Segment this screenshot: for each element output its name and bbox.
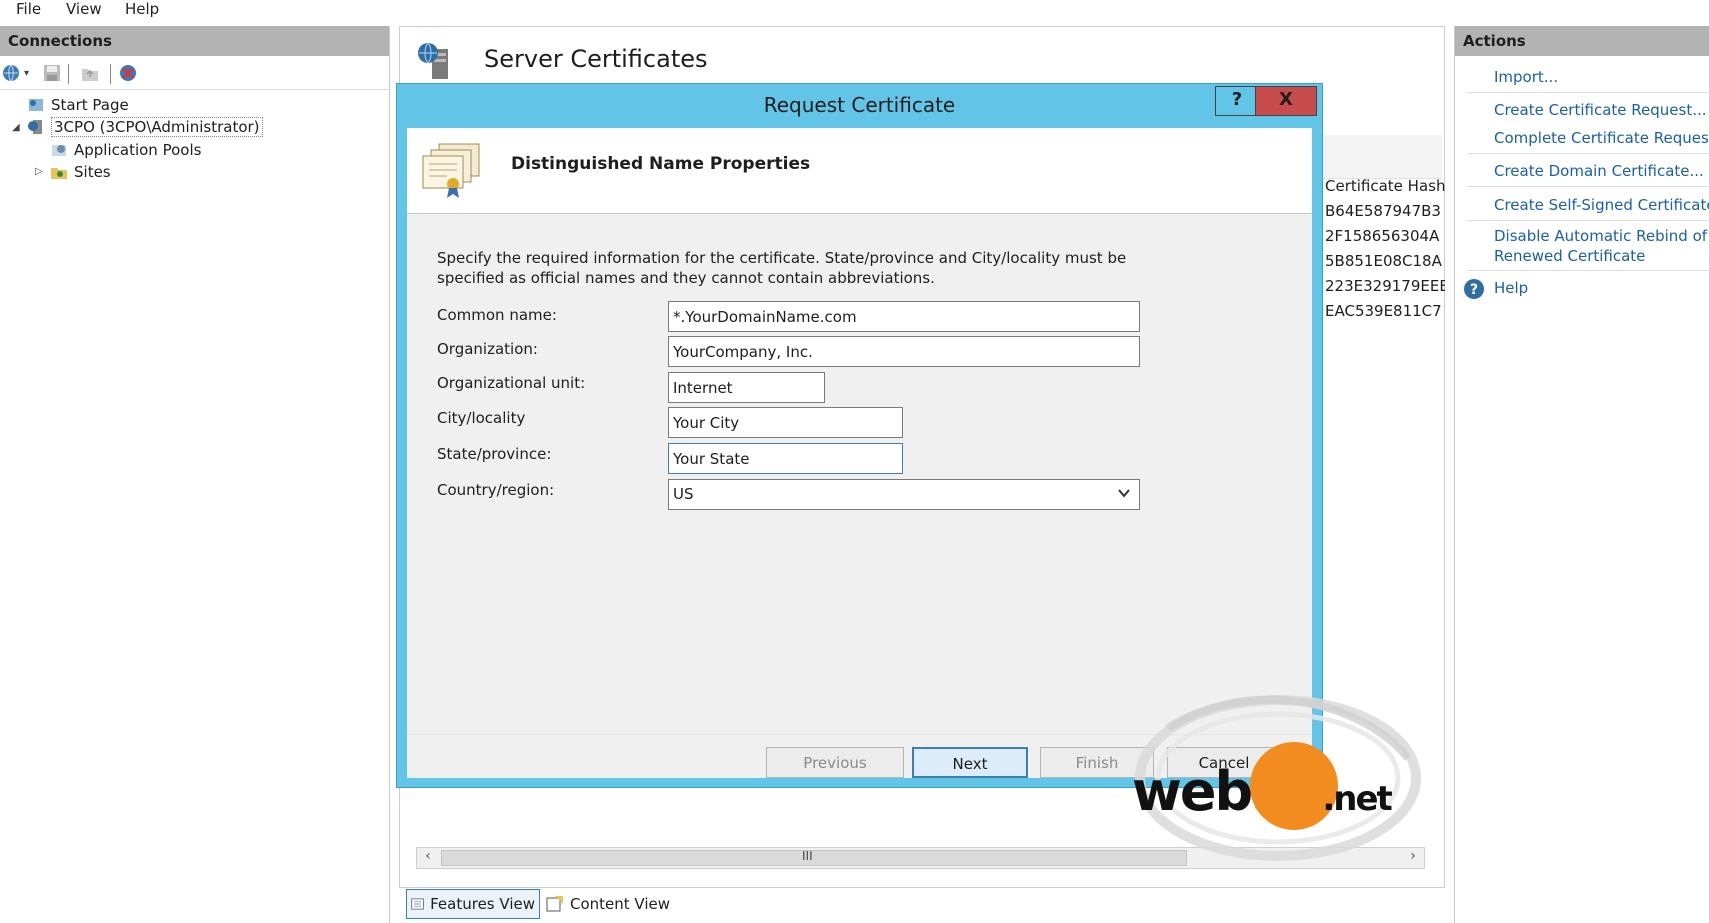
features-view-icon: [411, 898, 424, 910]
menu-file[interactable]: File: [16, 0, 41, 18]
organization-input[interactable]: [668, 336, 1140, 367]
page-title: Server Certificates: [484, 45, 708, 73]
state-province-input[interactable]: [668, 443, 903, 474]
common-name-input[interactable]: [668, 301, 1140, 332]
collapse-arrow-icon[interactable]: ◢: [12, 122, 20, 133]
dialog-title: Request Certificate: [763, 93, 956, 117]
next-button[interactable]: Next: [912, 747, 1028, 778]
dialog-heading: Distinguished Name Properties: [511, 154, 811, 174]
hash-cell[interactable]: 223E329179EEE: [1325, 277, 1445, 302]
connect-dropdown-icon[interactable]: ▾: [24, 68, 29, 79]
dialog-body: Distinguished Name Properties Specify th…: [407, 128, 1312, 778]
scroll-left-icon[interactable]: ‹: [417, 848, 439, 868]
actions-title: Actions: [1455, 26, 1709, 56]
label-organizational-unit: Organizational unit:: [437, 374, 586, 392]
city-locality-input[interactable]: [668, 407, 903, 438]
certificate-hash-column: Certificate Hash B64E587947B3 2F15865630…: [1325, 177, 1445, 327]
tree-start-page[interactable]: Start Page: [27, 94, 129, 116]
label-country-region: Country/region:: [437, 481, 555, 499]
watermark-word: web: [1132, 760, 1253, 823]
label-state-province: State/province:: [437, 445, 552, 463]
actions-panel: Actions Import... Create Certificate Req…: [1454, 26, 1709, 923]
up-folder-icon[interactable]: [80, 63, 100, 83]
watermark-number: 56: [1251, 760, 1324, 823]
start-page-icon: [29, 99, 43, 111]
action-create-self-signed-certificate[interactable]: Create Self-Signed Certificate...: [1494, 196, 1709, 214]
label-common-name: Common name:: [437, 306, 557, 324]
action-create-domain-certificate[interactable]: Create Domain Certificate...: [1494, 162, 1704, 180]
watermark-suffix: .net: [1322, 779, 1392, 819]
dialog-header: Distinguished Name Properties: [407, 128, 1312, 214]
country-region-select[interactable]: US: [668, 479, 1140, 510]
label-city-locality: City/locality: [437, 409, 526, 427]
save-icon[interactable]: [42, 63, 62, 83]
disconnect-icon[interactable]: [118, 63, 138, 83]
scroll-thumb[interactable]: III: [441, 849, 1187, 866]
hash-cell[interactable]: 5B851E08C18A: [1325, 252, 1445, 277]
help-icon[interactable]: ?: [1463, 278, 1485, 300]
watermark-logo: web56.net: [1128, 688, 1428, 868]
tab-content-view[interactable]: Content View: [542, 889, 674, 919]
action-help[interactable]: Help: [1494, 279, 1528, 297]
server-certificates-icon: [418, 42, 448, 79]
hash-cell[interactable]: EAC539E811C7: [1325, 302, 1445, 327]
action-complete-certificate-request[interactable]: Complete Certificate Request...: [1494, 129, 1709, 147]
app-pools-icon: [52, 145, 66, 156]
content-view-icon: [546, 896, 563, 912]
chevron-down-icon: [1118, 489, 1130, 498]
certificate-icon: [422, 143, 480, 198]
server-icon: [28, 120, 42, 134]
sites-folder-icon: [51, 168, 67, 179]
hash-cell[interactable]: 2F158656304A: [1325, 227, 1445, 252]
connect-globe-icon[interactable]: [2, 63, 22, 83]
previous-button[interactable]: Previous: [766, 747, 904, 778]
connections-title: Connections: [0, 26, 389, 56]
tree-server-node[interactable]: 3CPO (3CPO\Administrator): [27, 116, 263, 138]
dialog-help-button[interactable]: ?: [1215, 86, 1259, 116]
menu-view[interactable]: View: [66, 0, 102, 18]
column-header-row: [1322, 135, 1442, 179]
svg-text:?: ?: [1470, 282, 1478, 298]
column-header-hash[interactable]: Certificate Hash: [1325, 177, 1445, 202]
action-create-certificate-request[interactable]: Create Certificate Request...: [1494, 101, 1707, 119]
connections-panel: Connections ▾ Start Page ◢ 3CPO (3CPO\Ad…: [0, 26, 390, 923]
action-disable-automatic-rebind[interactable]: Disable Automatic Rebind of Renewed Cert…: [1494, 226, 1707, 266]
action-import[interactable]: Import...: [1494, 68, 1558, 86]
request-certificate-dialog: Request Certificate ? X Distinguished Na…: [396, 83, 1323, 788]
hash-cell[interactable]: B64E587947B3: [1325, 202, 1445, 227]
menu-help[interactable]: Help: [125, 0, 159, 18]
tree-application-pools[interactable]: Application Pools: [50, 139, 201, 161]
dialog-description: Specify the required information for the…: [437, 249, 1127, 287]
expand-arrow-icon[interactable]: ▷: [35, 166, 43, 177]
tab-features-view[interactable]: Features View: [406, 889, 540, 919]
dialog-close-button[interactable]: X: [1255, 86, 1317, 116]
organizational-unit-input[interactable]: [668, 372, 825, 403]
menu-bar: File View Help: [0, 0, 1709, 24]
label-organization: Organization:: [437, 340, 538, 358]
tree-sites[interactable]: Sites: [50, 161, 111, 183]
connections-toolbar: ▾: [0, 56, 389, 90]
